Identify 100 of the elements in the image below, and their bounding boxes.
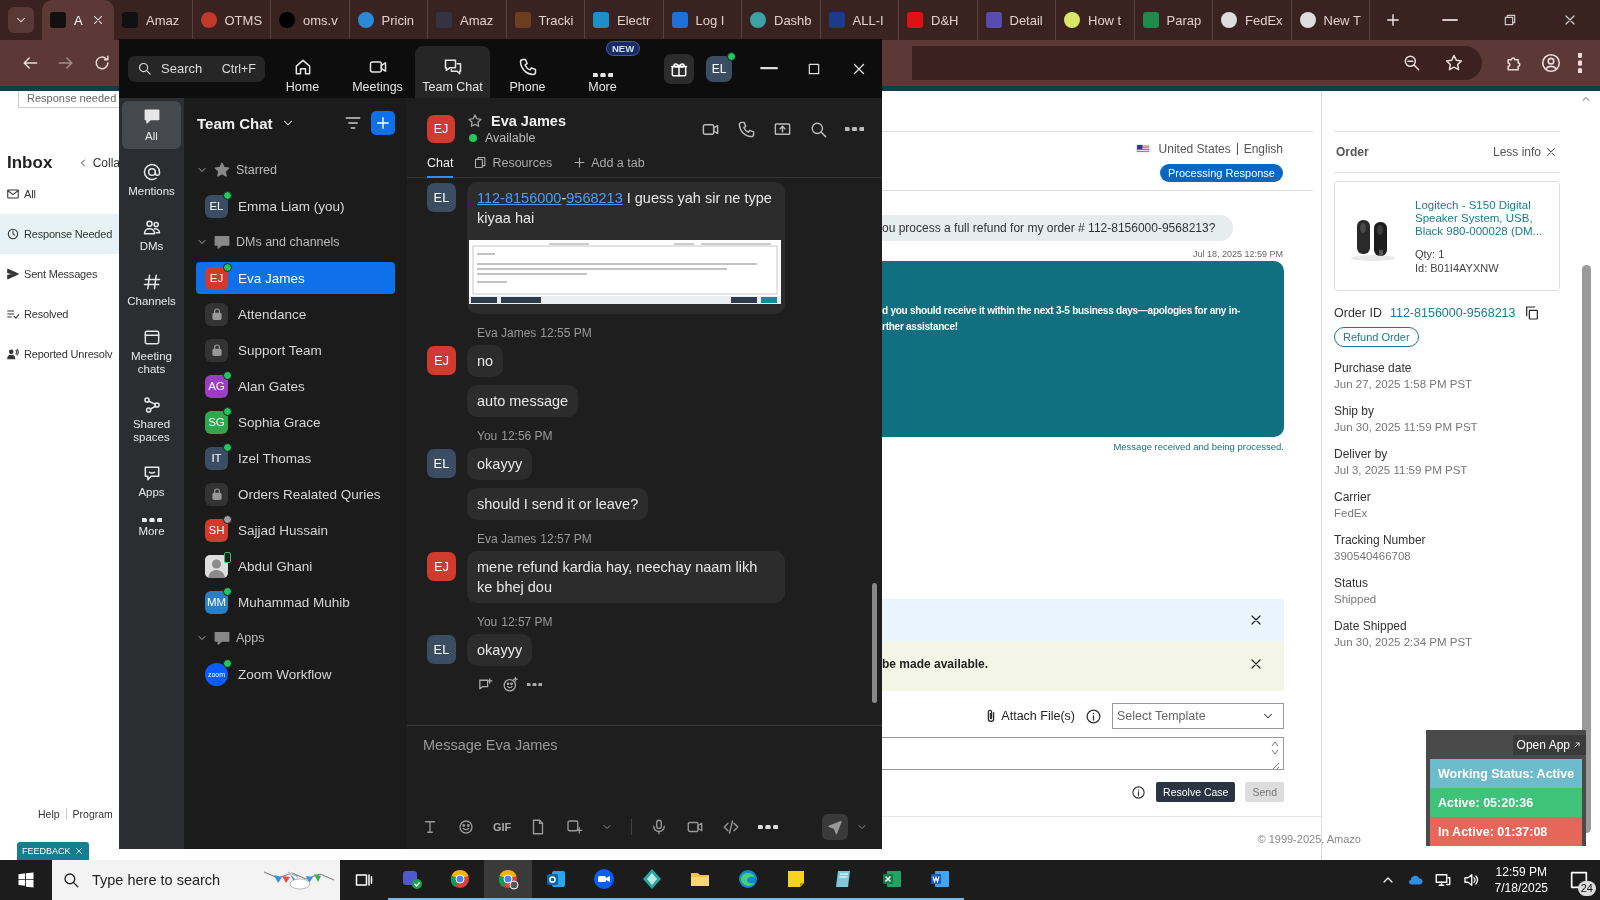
less-info-link[interactable]: Less info [1492, 145, 1558, 159]
order-link[interactable]: 9568213 [566, 190, 623, 206]
refund-order-button[interactable]: Refund Order [1334, 327, 1419, 347]
resolve-case-button[interactable]: Resolve Case [1156, 782, 1236, 802]
bookmark-star-icon[interactable] [1443, 53, 1464, 73]
message-field[interactable]: Message Eva James [421, 728, 721, 762]
chat-tab[interactable]: Add a tab [572, 149, 645, 178]
minimize-icon[interactable] [760, 67, 778, 70]
code-icon[interactable] [722, 818, 741, 836]
rail-item[interactable]: More [122, 512, 181, 545]
send-button[interactable] [822, 814, 848, 840]
chat-list-item[interactable]: SG Sophia Grace [196, 404, 395, 440]
chat-tab[interactable]: Chat [427, 149, 454, 178]
product-link[interactable]: Logitech - S150 Digital Speaker System, USB, Black 980-000028 (DM... [1415, 198, 1551, 238]
profile-icon[interactable] [1539, 52, 1562, 74]
rail-item[interactable]: All [122, 101, 181, 149]
section-title[interactable]: Team Chat [197, 114, 295, 132]
footer-link[interactable]: Help [32, 808, 67, 820]
more-icon[interactable] [758, 824, 779, 830]
field-label: Status [1334, 576, 1370, 590]
chat-list-item[interactable]: MM Muhammad Muhib [196, 584, 395, 620]
info-icon[interactable] [1131, 784, 1147, 800]
chat-list-item[interactable]: Support Team [196, 332, 395, 368]
nav-tab[interactable]: Phone [490, 57, 565, 98]
chat-list-item[interactable]: Abdul Ghani [196, 548, 395, 584]
scrollbar-thumb[interactable] [1581, 265, 1591, 833]
phone-icon[interactable] [737, 119, 756, 139]
search-field[interactable]: Search Ctrl+F [128, 55, 265, 82]
rail-item[interactable]: Mentions [122, 156, 181, 204]
taskbar-search-field[interactable]: Type here to search [52, 860, 340, 900]
section-header[interactable]: Starred [196, 152, 395, 188]
language-link[interactable]: English [1243, 142, 1283, 156]
chat-tab[interactable]: Resources [473, 149, 553, 178]
more-icon[interactable] [845, 126, 864, 132]
site-icon [1064, 12, 1080, 28]
gift-button[interactable] [664, 53, 694, 84]
folder-item[interactable]: All [0, 174, 120, 214]
gif-button[interactable]: GIF [493, 821, 512, 833]
new-tab-icon[interactable] [1384, 11, 1402, 29]
nav-tab[interactable]: Meetings [340, 57, 415, 98]
list-check-icon [6, 307, 20, 321]
chat-list-item[interactable]: EJ Eva James [196, 262, 395, 294]
emoji-icon[interactable] [457, 818, 475, 836]
copy-icon[interactable] [1523, 305, 1540, 321]
folder-item[interactable]: Reported Unresolv [0, 334, 120, 374]
chat-list-item[interactable]: EL Emma Liam (you) [196, 188, 395, 224]
rail-item[interactable]: Apps [122, 457, 181, 505]
footer-link[interactable]: Program [66, 808, 119, 820]
attach-files-link[interactable]: Attach File(s) [983, 708, 1075, 724]
more-icon[interactable] [527, 682, 542, 687]
network-icon[interactable] [1433, 871, 1452, 889]
screenshot-icon[interactable] [565, 818, 584, 836]
status-badge: Processing Response [1160, 164, 1283, 182]
reply-textarea[interactable] [882, 737, 1284, 770]
scrollbar-thumb[interactable] [872, 583, 877, 703]
template-dropdown[interactable]: Select Template [1112, 703, 1284, 729]
rail-item[interactable]: Channels [122, 266, 181, 314]
tab-list-button[interactable] [8, 7, 34, 33]
collapse-link[interactable]: Colla [76, 156, 120, 170]
nav-tab[interactable]: More [565, 57, 640, 98]
field-value: Jun 27, 2025 1:58 PM PST [1334, 378, 1474, 390]
country-link[interactable]: United States [1158, 142, 1231, 156]
rail-item[interactable]: Meeting chats [122, 321, 181, 382]
new-chat-button[interactable] [371, 111, 395, 135]
order-id-link[interactable]: 112-8156000-9568213 [1389, 306, 1516, 320]
chat-list-item[interactable]: SH Sajjad Hussain [196, 512, 395, 548]
chat-list-item[interactable]: Orders Realated Quries [196, 476, 395, 512]
status-bar: Active: 05:20:36 [1430, 788, 1582, 817]
chat-list-item[interactable]: AG Alan Gates [196, 368, 395, 404]
nav-tab[interactable]: Team Chat [415, 46, 490, 98]
folder-item[interactable]: Response Needed [0, 214, 120, 254]
clock[interactable]: 12:59 PM 7/18/2025 [1484, 864, 1558, 896]
star-icon[interactable] [467, 113, 483, 129]
browser-tab[interactable]: A [42, 0, 114, 40]
site-icon [828, 12, 845, 28]
volume-icon[interactable] [1461, 871, 1480, 889]
taskbar-app[interactable] [484, 860, 532, 900]
field-label: Ship by [1334, 404, 1376, 418]
section-header[interactable]: Apps [196, 620, 395, 656]
field-value: FedEx [1334, 507, 1369, 519]
avatar: EL [427, 635, 456, 664]
open-app-button[interactable]: Open App [1512, 734, 1586, 755]
rail-item[interactable]: Shared spaces [122, 389, 181, 450]
nav-tab[interactable]: Home [265, 57, 340, 98]
folder-item[interactable]: Resolved [0, 294, 120, 334]
menu-icon[interactable] [1577, 53, 1582, 73]
section-header[interactable]: DMs and channels [196, 224, 395, 260]
info-icon[interactable] [1085, 707, 1102, 725]
start-icon[interactable] [16, 870, 36, 890]
search-icon[interactable] [809, 119, 828, 139]
order-link[interactable]: 112-8156000 [477, 190, 562, 206]
chat-list-item[interactable]: IT Izel Thomas [196, 440, 395, 476]
add-reaction-icon[interactable] [502, 676, 519, 693]
chat-list-item[interactable]: Attendance [196, 296, 395, 332]
copyright-text: © 1999-2025, Amazo [1257, 832, 1361, 845]
rail-item[interactable]: DMs [122, 211, 181, 259]
folder-item[interactable]: Sent Messages [0, 254, 120, 294]
chat-bubbles-icon [442, 57, 463, 77]
restore-icon[interactable] [1502, 12, 1518, 28]
feedback-tab[interactable]: FEEDBACK [17, 842, 89, 860]
